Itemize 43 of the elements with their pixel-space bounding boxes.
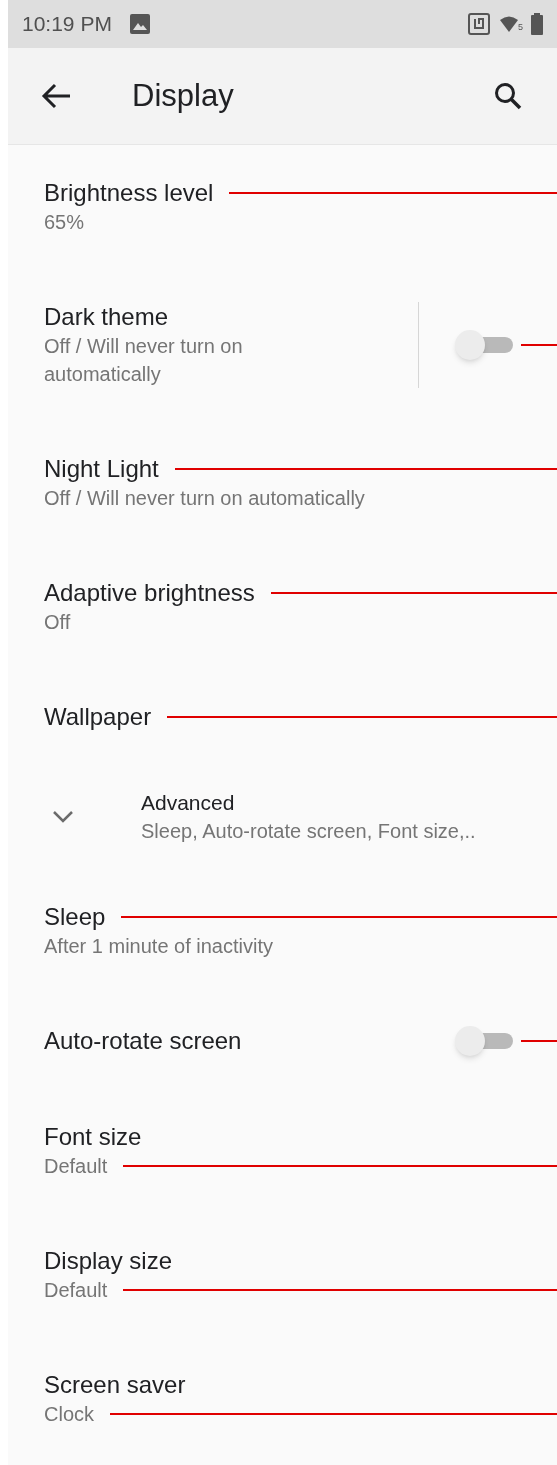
back-arrow-icon[interactable]: [40, 82, 72, 110]
search-icon[interactable]: [493, 81, 523, 111]
setting-row[interactable]: Adaptive brightness Off: [8, 545, 557, 669]
setting-title: Dark theme: [44, 302, 170, 332]
setting-row[interactable]: Sleep After 1 minute of inactivity: [8, 869, 557, 993]
setting-row[interactable]: Screen saver Clock: [8, 1337, 557, 1461]
advanced-row[interactable]: Advanced Sleep, Auto-rotate screen, Font size,..: [8, 765, 557, 869]
setting-summary: Default: [44, 1278, 108, 1303]
setting-summary: After 1 minute of inactivity: [44, 934, 273, 959]
setting-summary: Off / Will never turn on automatically: [44, 486, 365, 511]
wifi-band-label: 5: [518, 22, 523, 32]
setting-row[interactable]: Night Light Off / Will never turn on automatically: [8, 421, 557, 545]
screen-title: Display: [132, 76, 235, 115]
setting-title: Font size: [44, 1122, 142, 1152]
setting-summary: Sleep, Auto-rotate screen, Font size,..: [141, 819, 476, 844]
setting-summary: Clock: [44, 1402, 94, 1427]
setting-row[interactable]: Auto-rotate screen: [8, 993, 557, 1089]
setting-title: Wallpaper: [44, 702, 152, 732]
setting-title: Adaptive brightness: [44, 578, 255, 608]
setting-title: Night Light: [44, 454, 159, 484]
setting-title: Sleep: [44, 902, 106, 932]
chevron-icon: [52, 810, 74, 824]
setting-summary: Off: [44, 610, 71, 635]
setting-summary: Off / Will never turn on automatically: [44, 334, 244, 387]
battery-icon: [531, 13, 543, 35]
setting-title: Auto-rotate screen: [44, 1026, 243, 1056]
nfc-icon: [468, 13, 490, 35]
setting-row[interactable]: Font size Default: [8, 1089, 557, 1213]
status-time: 10:19 PM: [22, 11, 112, 38]
setting-row[interactable]: Display size Default: [8, 1213, 557, 1337]
setting-summary: Default: [44, 1154, 108, 1179]
toggle-switch[interactable]: [455, 330, 515, 360]
setting-title: Screen saver: [44, 1370, 186, 1400]
setting-row[interactable]: Dark theme Off / Will never turn on automatically: [8, 269, 557, 421]
setting-title: Advanced: [141, 790, 236, 816]
setting-row[interactable]: Wallpaper: [8, 669, 557, 765]
image-icon: [129, 14, 150, 34]
wifi-icon: [500, 16, 518, 32]
setting-summary: 65%: [44, 210, 85, 235]
setting-title: Display size: [44, 1246, 173, 1276]
setting-title: Brightness level: [44, 178, 214, 208]
toggle-switch[interactable]: [455, 1026, 515, 1056]
setting-row[interactable]: Brightness level 65%: [8, 145, 557, 269]
